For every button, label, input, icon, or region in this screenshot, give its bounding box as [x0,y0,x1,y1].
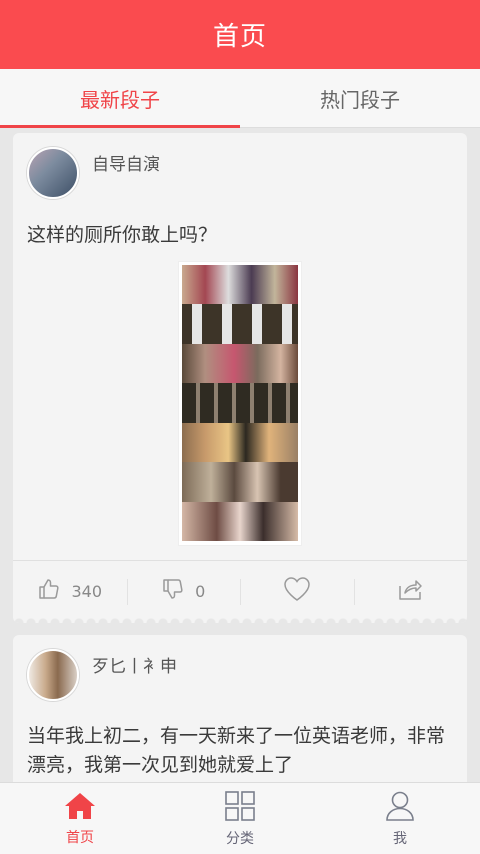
share-button[interactable] [353,561,468,621]
post-username[interactable]: 自导自演 [92,150,160,175]
app-header: 首页 [0,0,480,69]
share-icon [397,577,423,605]
nav-home[interactable]: 首页 [0,783,160,854]
grid-icon [224,790,256,826]
nav-me-label: 我 [393,830,407,847]
tab-bar: 最新段子 热门段子 [0,69,480,128]
home-icon [63,791,97,825]
tab-hot-jokes-label: 热门段子 [320,87,400,112]
tab-hot-jokes[interactable]: 热门段子 [240,69,480,127]
heart-icon [283,576,311,606]
like-button[interactable]: 340 [13,561,127,621]
bottom-navigation: 首页 分类 我 [0,782,480,854]
post-username[interactable]: 歹匕丨衤申 [92,652,177,677]
thumbs-up-icon [37,577,61,605]
tab-latest-jokes-label: 最新段子 [80,87,160,112]
nav-categories[interactable]: 分类 [160,783,320,854]
post-actions: 340 0 [13,561,467,621]
tab-latest-jokes[interactable]: 最新段子 [0,69,240,128]
dislike-count: 0 [195,581,206,601]
nav-home-label: 首页 [66,829,94,846]
nav-categories-label: 分类 [226,830,254,847]
post-image[interactable] [178,261,302,546]
favorite-button[interactable] [240,561,354,621]
post-card: 歹匕丨衤申 当年我上初二，有一天新来了一位英语老师，非常漂亮，我第一次见到她就爱… [13,635,467,782]
post-text: 这样的厕所你敢上吗？ [27,224,218,246]
thumbs-down-icon [161,577,185,605]
card-edge-decoration [13,617,467,623]
post-feed[interactable]: 自导自演 这样的厕所你敢上吗？ 340 0 歹匕丨衤申 当年我上初二，有一天新来… [0,128,480,782]
post-card: 自导自演 这样的厕所你敢上吗？ 340 0 [13,133,467,623]
post-text: 当年我上初二，有一天新来了一位英语老师，非常漂亮，我第一次见到她就爱上了 [27,725,446,776]
avatar[interactable] [27,649,79,701]
page-title: 首页 [212,22,267,52]
avatar[interactable] [27,147,79,199]
person-icon [385,790,415,826]
nav-me[interactable]: 我 [320,783,480,854]
dislike-button[interactable]: 0 [126,561,241,621]
like-count: 340 [71,581,103,601]
